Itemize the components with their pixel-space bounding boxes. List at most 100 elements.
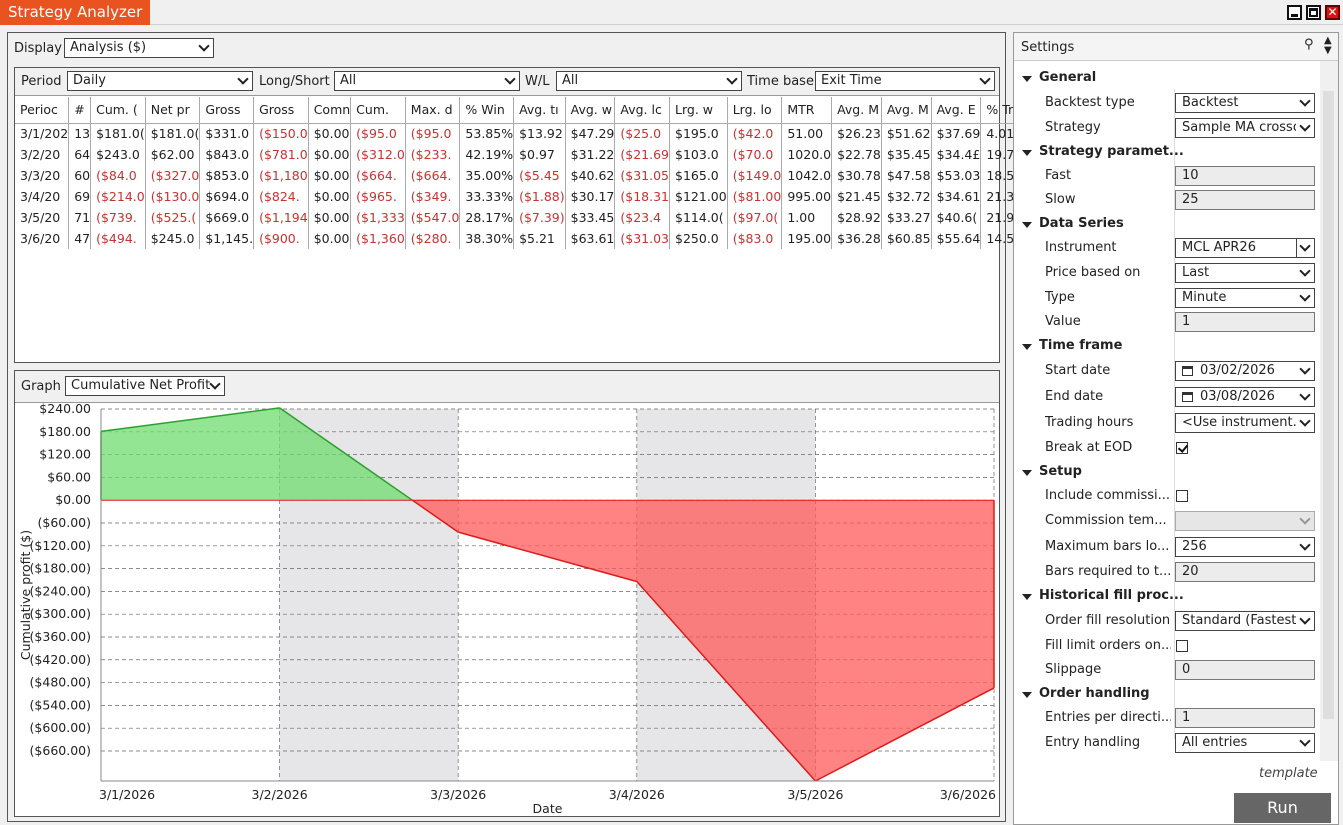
column-header[interactable]: Avg. M	[881, 97, 932, 124]
end-date-picker[interactable]: 03/08/2026	[1175, 387, 1315, 407]
table-row[interactable]: 3/3/20 60 ($84.0 ($327.0 $853.0 ($1,180 $0.00(…	[15, 165, 1036, 186]
table-cell: 1020.0	[781, 144, 833, 165]
table-cell: $243.0	[90, 144, 146, 165]
table-row[interactable]: 3/6/20 47 ($494. $245.0 $1,145. ($900. $0.00 ($…	[15, 228, 1036, 249]
price-based-on-dropdown[interactable]: Last	[1175, 263, 1315, 283]
maximize-icon[interactable]	[1306, 5, 1321, 20]
slow-field[interactable]: 25	[1175, 190, 1315, 210]
table-cell: $669.0	[199, 207, 255, 228]
collapse-icon[interactable]	[1022, 692, 1032, 698]
strategy-dropdown[interactable]: Sample MA crosso	[1175, 118, 1315, 138]
table-cell: ($525.(	[145, 207, 201, 228]
collapse-icon[interactable]	[1022, 222, 1032, 228]
table-cell: ($5.45	[513, 165, 566, 186]
category-time-frame[interactable]: Time frame	[1039, 338, 1122, 353]
column-header[interactable]: Avg. M	[831, 97, 882, 124]
column-header[interactable]: Perioc	[15, 97, 70, 124]
column-header[interactable]: Comn	[308, 97, 352, 124]
close-icon[interactable]: ✕	[1325, 5, 1340, 20]
y-tick-label: $180.00	[39, 424, 91, 439]
collapse-icon[interactable]	[1022, 76, 1032, 82]
calendar-icon	[1182, 392, 1193, 402]
table-cell: ($739.	[90, 207, 146, 228]
run-button[interactable]: Run	[1234, 793, 1331, 823]
column-header[interactable]: Gross	[199, 97, 255, 124]
minimize-icon[interactable]	[1287, 5, 1302, 20]
commission-template-dropdown[interactable]	[1175, 511, 1315, 531]
pin-icon[interactable]: ⚲	[1304, 37, 1314, 52]
table-cell: ($781.0	[253, 144, 309, 165]
table-row[interactable]: 3/4/20 69 ($214.0 ($130.0 $694.0 ($824. $0.00(…	[15, 186, 1036, 207]
end-date-value: 03/08/2026	[1200, 389, 1275, 404]
performance-table: Perioc # Cum. (Net pr Gross Gross Comn Cum. Max…	[15, 97, 1036, 249]
longshort-dropdown[interactable]: All	[334, 71, 520, 91]
column-header[interactable]: Avg. tı	[513, 97, 566, 124]
table-row[interactable]: 3/1/202 13 $181.0($181.0($331.0 ($150.0 $0.0…	[15, 123, 1036, 144]
table-cell: ($824.	[253, 186, 309, 207]
table-cell: $250.0	[669, 228, 728, 249]
table-row[interactable]: 3/5/20 71 ($739. ($525.($669.0 ($1,194 $0.00(…	[15, 207, 1036, 228]
column-header[interactable]: % Win	[459, 97, 515, 124]
include-commission-checkbox[interactable]	[1176, 490, 1188, 502]
category-strategy-parameters[interactable]: Strategy paramet...	[1039, 144, 1184, 159]
instrument-dropdown[interactable]: MCL APR26	[1175, 238, 1315, 258]
strategy-label: Strategy	[1045, 120, 1101, 135]
template-link[interactable]: template	[1259, 766, 1318, 781]
column-header[interactable]: Max. d	[405, 97, 461, 124]
trading-hours-dropdown[interactable]: <Use instrument...	[1175, 413, 1315, 433]
start-date-picker[interactable]: 03/02/2026	[1175, 361, 1315, 381]
entry-handling-dropdown[interactable]: All entries	[1175, 733, 1315, 753]
table-row[interactable]: 3/2/20 64 $243.0 $62.00 $843.0 ($781.0 $0.00 ($…	[15, 144, 1036, 165]
scroll-arrows-icon[interactable]: ▲ ▼	[1324, 36, 1332, 56]
table-cell: 3/5/20	[15, 207, 70, 228]
table-cell: $33.27	[881, 207, 932, 228]
category-general[interactable]: General	[1039, 70, 1096, 85]
column-header[interactable]: Gross	[253, 97, 309, 124]
table-cell: $34.61	[931, 186, 982, 207]
order-fill-resolution-dropdown[interactable]: Standard (Fastest)	[1175, 611, 1315, 631]
period-dropdown[interactable]: Daily	[67, 71, 253, 91]
table-cell: ($327.0	[145, 165, 201, 186]
slippage-field[interactable]: 0	[1175, 660, 1315, 680]
wl-dropdown[interactable]: All	[556, 71, 742, 91]
column-header[interactable]: Avg. lc	[614, 97, 671, 124]
collapse-icon[interactable]	[1022, 344, 1032, 350]
end-date-label: End date	[1045, 389, 1104, 404]
column-header[interactable]: Cum.	[350, 97, 406, 124]
table-cell: $60.85	[881, 228, 932, 249]
display-value: Analysis ($)	[70, 40, 147, 55]
column-header[interactable]: Lrg. w	[669, 97, 728, 124]
timebase-dropdown[interactable]: Exit Time	[815, 71, 995, 91]
category-historical-fill[interactable]: Historical fill proc...	[1039, 588, 1184, 603]
fill-limit-orders-checkbox[interactable]	[1176, 640, 1188, 652]
type-dropdown[interactable]: Minute	[1175, 288, 1315, 308]
column-header[interactable]: Avg. E	[931, 97, 982, 124]
x-axis-label: Date	[533, 801, 563, 816]
graph-type-dropdown[interactable]: Cumulative Net Profit	[65, 376, 225, 396]
column-header[interactable]: Cum. (	[90, 97, 146, 124]
category-order-handling[interactable]: Order handling	[1039, 686, 1150, 701]
y-tick-label: ($300.00)	[30, 606, 91, 621]
table-cell: $853.0	[199, 165, 255, 186]
column-header[interactable]: Net pr	[145, 97, 201, 124]
column-header[interactable]: #	[68, 97, 92, 124]
max-bars-lookback-dropdown[interactable]: 256	[1175, 537, 1315, 557]
entries-per-direction-field[interactable]: 1	[1175, 708, 1315, 728]
collapse-icon[interactable]	[1022, 470, 1032, 476]
value-field[interactable]: 1	[1175, 312, 1315, 332]
collapse-icon[interactable]	[1022, 594, 1032, 600]
column-header[interactable]: Lrg. lo	[727, 97, 783, 124]
break-at-eod-checkbox[interactable]	[1176, 442, 1188, 454]
category-setup[interactable]: Setup	[1039, 464, 1082, 479]
scrollbar-thumb[interactable]	[1323, 91, 1334, 719]
bars-required-field[interactable]: 20	[1175, 562, 1315, 582]
column-header[interactable]: MTR	[781, 97, 833, 124]
display-dropdown[interactable]: Analysis ($)	[64, 38, 214, 58]
column-header[interactable]: Avg. w	[565, 97, 616, 124]
table-cell: ($1.88)	[513, 186, 566, 207]
fast-field[interactable]: 10	[1175, 166, 1315, 186]
backtest-type-dropdown[interactable]: Backtest	[1175, 93, 1315, 113]
category-data-series[interactable]: Data Series	[1039, 216, 1124, 231]
settings-scrollbar[interactable]	[1320, 61, 1338, 761]
collapse-icon[interactable]	[1022, 150, 1032, 156]
